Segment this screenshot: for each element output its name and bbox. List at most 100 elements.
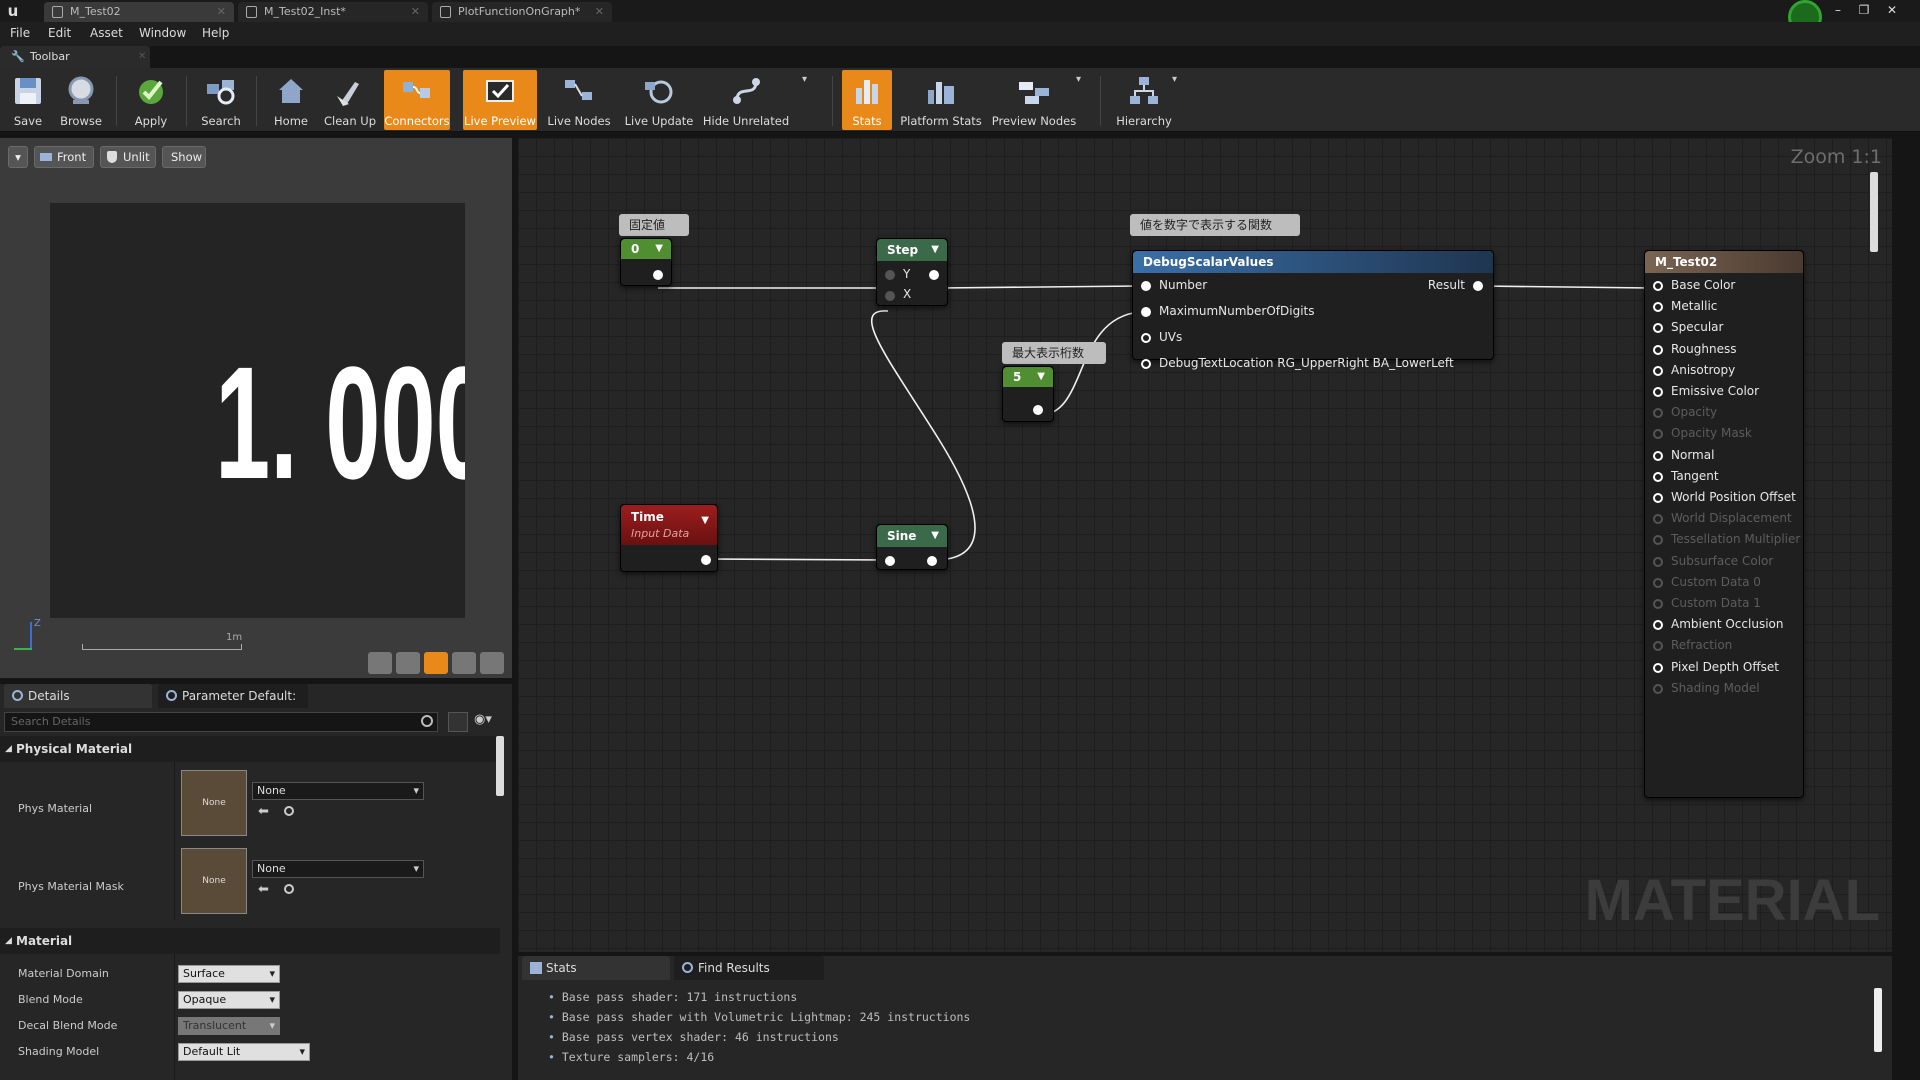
menu-edit[interactable]: Edit: [48, 26, 71, 40]
hide-unrelated-button[interactable]: Hide Unrelated: [702, 70, 790, 130]
material-graph[interactable]: Zoom 1:1 MATERIAL 固定値 値を数字で表示する関数 最大表示桁数…: [518, 138, 1892, 952]
input-pin[interactable]: [1653, 471, 1663, 482]
live-preview-button[interactable]: Live Preview: [463, 70, 537, 130]
input-pin[interactable]: [1653, 344, 1663, 355]
input-pin[interactable]: [885, 556, 895, 566]
output-pin[interactable]: [927, 556, 937, 566]
chevron-down-icon[interactable]: ▼: [1037, 367, 1045, 387]
node-constant-5[interactable]: 5 ▼: [1002, 366, 1054, 422]
input-pin-number[interactable]: [1141, 281, 1151, 291]
close-icon[interactable]: ✕: [138, 46, 146, 68]
tab-plot-function[interactable]: PlotFunctionOnGraph* ✕: [432, 2, 612, 22]
clean-up-button[interactable]: Clean Up: [320, 70, 380, 130]
viewport-options-button[interactable]: ▾: [8, 146, 28, 168]
section-physical-material[interactable]: ◢ Physical Material: [0, 736, 500, 762]
stats-button[interactable]: Stats: [842, 70, 892, 130]
comment-debug-function[interactable]: 値を数字で表示する関数: [1130, 214, 1300, 236]
hierarchy-button[interactable]: Hierarchy: [1112, 70, 1176, 130]
menu-file[interactable]: File: [10, 26, 30, 40]
tab-stats[interactable]: Stats: [522, 956, 670, 980]
details-scrollbar[interactable]: [496, 736, 504, 796]
input-pin[interactable]: [1653, 662, 1663, 673]
chevron-down-icon[interactable]: ▼: [931, 239, 939, 261]
menu-window[interactable]: Window: [139, 26, 186, 40]
view-front-button[interactable]: Front: [34, 146, 94, 168]
search-details-input[interactable]: Search Details: [4, 712, 438, 732]
node-step[interactable]: Step ▼ Y X: [876, 238, 948, 306]
node-sine[interactable]: Sine ▼: [876, 524, 948, 570]
input-pin[interactable]: [1653, 302, 1663, 313]
preview-viewport[interactable]: ▾ Front Unlit Show 1. 0000 Z 1m: [0, 138, 512, 678]
browse-magnifier-icon[interactable]: [284, 806, 294, 816]
output-pin[interactable]: [1033, 405, 1043, 415]
phys-mask-thumbnail[interactable]: None: [181, 848, 247, 914]
unreal-logo-icon[interactable]: u: [4, 2, 22, 20]
close-icon[interactable]: ✕: [411, 2, 420, 22]
input-pin[interactable]: [1653, 281, 1663, 291]
tab-find-results[interactable]: Find Results: [674, 956, 824, 980]
stats-scrollbar[interactable]: [1874, 988, 1882, 1052]
chevron-down-icon[interactable]: ▾: [1172, 74, 1177, 85]
comment-max-digits[interactable]: 最大表示桁数: [1002, 342, 1106, 364]
input-pin-max-digits[interactable]: [1141, 307, 1151, 317]
node-time[interactable]: Time Input Data ▼: [620, 504, 718, 572]
tab-details[interactable]: Details: [4, 684, 152, 708]
material-domain-combo[interactable]: Surface: [178, 965, 280, 983]
output-pin-result[interactable]: [1473, 281, 1483, 291]
section-material[interactable]: ◢ Material: [0, 928, 500, 954]
phys-mask-combo[interactable]: None: [252, 860, 424, 878]
use-selected-arrow-icon[interactable]: ⬅: [258, 882, 269, 897]
node-debug-scalar-values[interactable]: DebugScalarValues Number MaximumNumberOf…: [1132, 250, 1494, 370]
teapot-preview-icon[interactable]: [480, 652, 504, 674]
output-pin[interactable]: [929, 270, 939, 280]
input-pin[interactable]: [1653, 365, 1663, 376]
output-pin[interactable]: [653, 270, 663, 280]
connectors-button[interactable]: Connectors: [384, 70, 450, 130]
plane-preview-icon[interactable]: [424, 652, 448, 674]
browse-magnifier-icon[interactable]: [284, 884, 294, 894]
live-update-button[interactable]: Live Update: [620, 70, 698, 130]
shading-model-combo[interactable]: Default Lit: [178, 1043, 310, 1061]
phys-material-thumbnail[interactable]: None: [181, 770, 247, 836]
save-button[interactable]: Save: [6, 70, 50, 130]
chevron-down-icon[interactable]: ▾: [1076, 74, 1081, 85]
home-button[interactable]: Home: [264, 70, 318, 130]
cube-preview-icon[interactable]: [452, 652, 476, 674]
phys-material-combo[interactable]: None: [252, 782, 424, 800]
use-selected-arrow-icon[interactable]: ⬅: [258, 804, 269, 819]
view-mode-button[interactable]: Unlit: [100, 146, 156, 168]
close-icon[interactable]: ✕: [595, 2, 604, 22]
cylinder-preview-icon[interactable]: [368, 652, 392, 674]
node-constant-0[interactable]: 0 ▼: [620, 238, 672, 286]
input-pin-uvs[interactable]: [1141, 333, 1151, 343]
input-pin-y[interactable]: [885, 270, 895, 280]
menu-asset[interactable]: Asset: [90, 26, 123, 40]
input-pin[interactable]: [1653, 323, 1663, 334]
toolbar-tab[interactable]: 🔧 Toolbar ✕: [0, 46, 150, 68]
output-pin[interactable]: [701, 555, 711, 565]
tab-m-test02[interactable]: M_Test02 ✕: [44, 2, 234, 22]
property-matrix-icon[interactable]: [448, 712, 468, 732]
visibility-eye-icon[interactable]: ◉▾: [474, 712, 504, 732]
input-pin[interactable]: [1653, 450, 1663, 461]
input-pin[interactable]: [1653, 387, 1663, 397]
browse-button[interactable]: Browse: [54, 70, 108, 130]
tab-m-test02-inst[interactable]: M_Test02_Inst* ✕: [238, 2, 428, 22]
input-pin-x[interactable]: [885, 291, 895, 301]
chevron-down-icon[interactable]: ▼: [701, 513, 709, 529]
graph-scrollbar[interactable]: [1870, 172, 1878, 252]
input-pin[interactable]: [1653, 620, 1663, 631]
minimize-icon[interactable]: –: [1826, 1, 1850, 19]
chevron-down-icon[interactable]: ▼: [655, 239, 663, 259]
chevron-down-icon[interactable]: ▾: [802, 74, 807, 85]
node-material-result[interactable]: M_Test02 Base Color Metallic Specular Rough…: [1644, 250, 1804, 798]
blend-mode-combo[interactable]: Opaque: [178, 991, 280, 1009]
menu-help[interactable]: Help: [202, 26, 229, 40]
tab-parameter-defaults[interactable]: Parameter Default:: [158, 684, 308, 708]
apply-button[interactable]: Apply: [124, 70, 178, 130]
preview-nodes-button[interactable]: Preview Nodes: [990, 70, 1078, 130]
close-window-icon[interactable]: ✕: [1880, 1, 1904, 19]
input-pin[interactable]: [1653, 493, 1663, 503]
input-pin-text-location[interactable]: [1141, 359, 1151, 369]
search-button[interactable]: Search: [194, 70, 248, 130]
